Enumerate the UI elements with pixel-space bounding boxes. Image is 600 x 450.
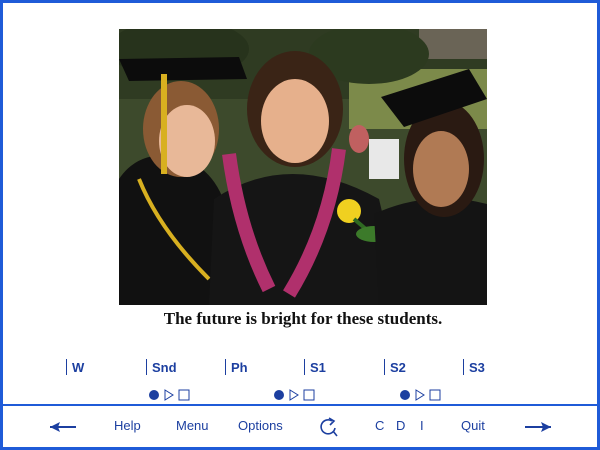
tool-w[interactable]: W [66,357,84,377]
tool-s2[interactable]: S2 [384,357,406,377]
stop-icon[interactable] [303,389,315,401]
options-button[interactable]: Options [238,418,283,433]
tool-label-s1: S1 [310,359,326,375]
tool-separator [304,359,305,375]
media-controls-2 [273,387,315,403]
tool-separator [225,359,226,375]
tool-label-ph: Ph [231,359,248,375]
tool-label-s3: S3 [469,359,485,375]
tool-separator [66,359,67,375]
play-icon[interactable] [164,389,174,401]
tool-label-w: W [72,359,85,375]
help-button[interactable]: Help [114,418,141,433]
record-icon[interactable] [148,389,160,401]
reload-icon[interactable] [318,416,338,438]
play-icon[interactable] [415,389,425,401]
media-controls-1 [148,387,190,403]
graduation-photo [119,29,487,305]
quit-button[interactable]: Quit [461,418,485,433]
app-window: The future is bright for these students.… [0,0,600,450]
media-controls-3 [399,387,441,403]
tool-ph[interactable]: Ph [225,357,248,377]
tool-s1[interactable]: S1 [304,357,326,377]
stop-icon[interactable] [178,389,190,401]
tool-separator [146,359,147,375]
tool-s3[interactable]: S3 [463,357,485,377]
d-button[interactable]: D [396,418,405,433]
i-button[interactable]: I [420,418,424,433]
tool-snd[interactable]: Snd [146,357,177,377]
tool-label-s2: S2 [390,359,406,375]
tool-label-snd: Snd [152,359,177,375]
record-icon[interactable] [399,389,411,401]
record-icon[interactable] [273,389,285,401]
menu-button[interactable]: Menu [176,418,209,433]
c-button[interactable]: C [375,418,384,433]
tool-separator [463,359,464,375]
bottom-navbar: Help Menu Options C D I Quit [3,406,597,447]
play-icon[interactable] [289,389,299,401]
back-arrow-icon[interactable] [48,420,78,434]
forward-arrow-icon[interactable] [523,420,553,434]
photo-caption: The future is bright for these students. [163,309,443,328]
tool-separator [384,359,385,375]
stop-icon[interactable] [429,389,441,401]
